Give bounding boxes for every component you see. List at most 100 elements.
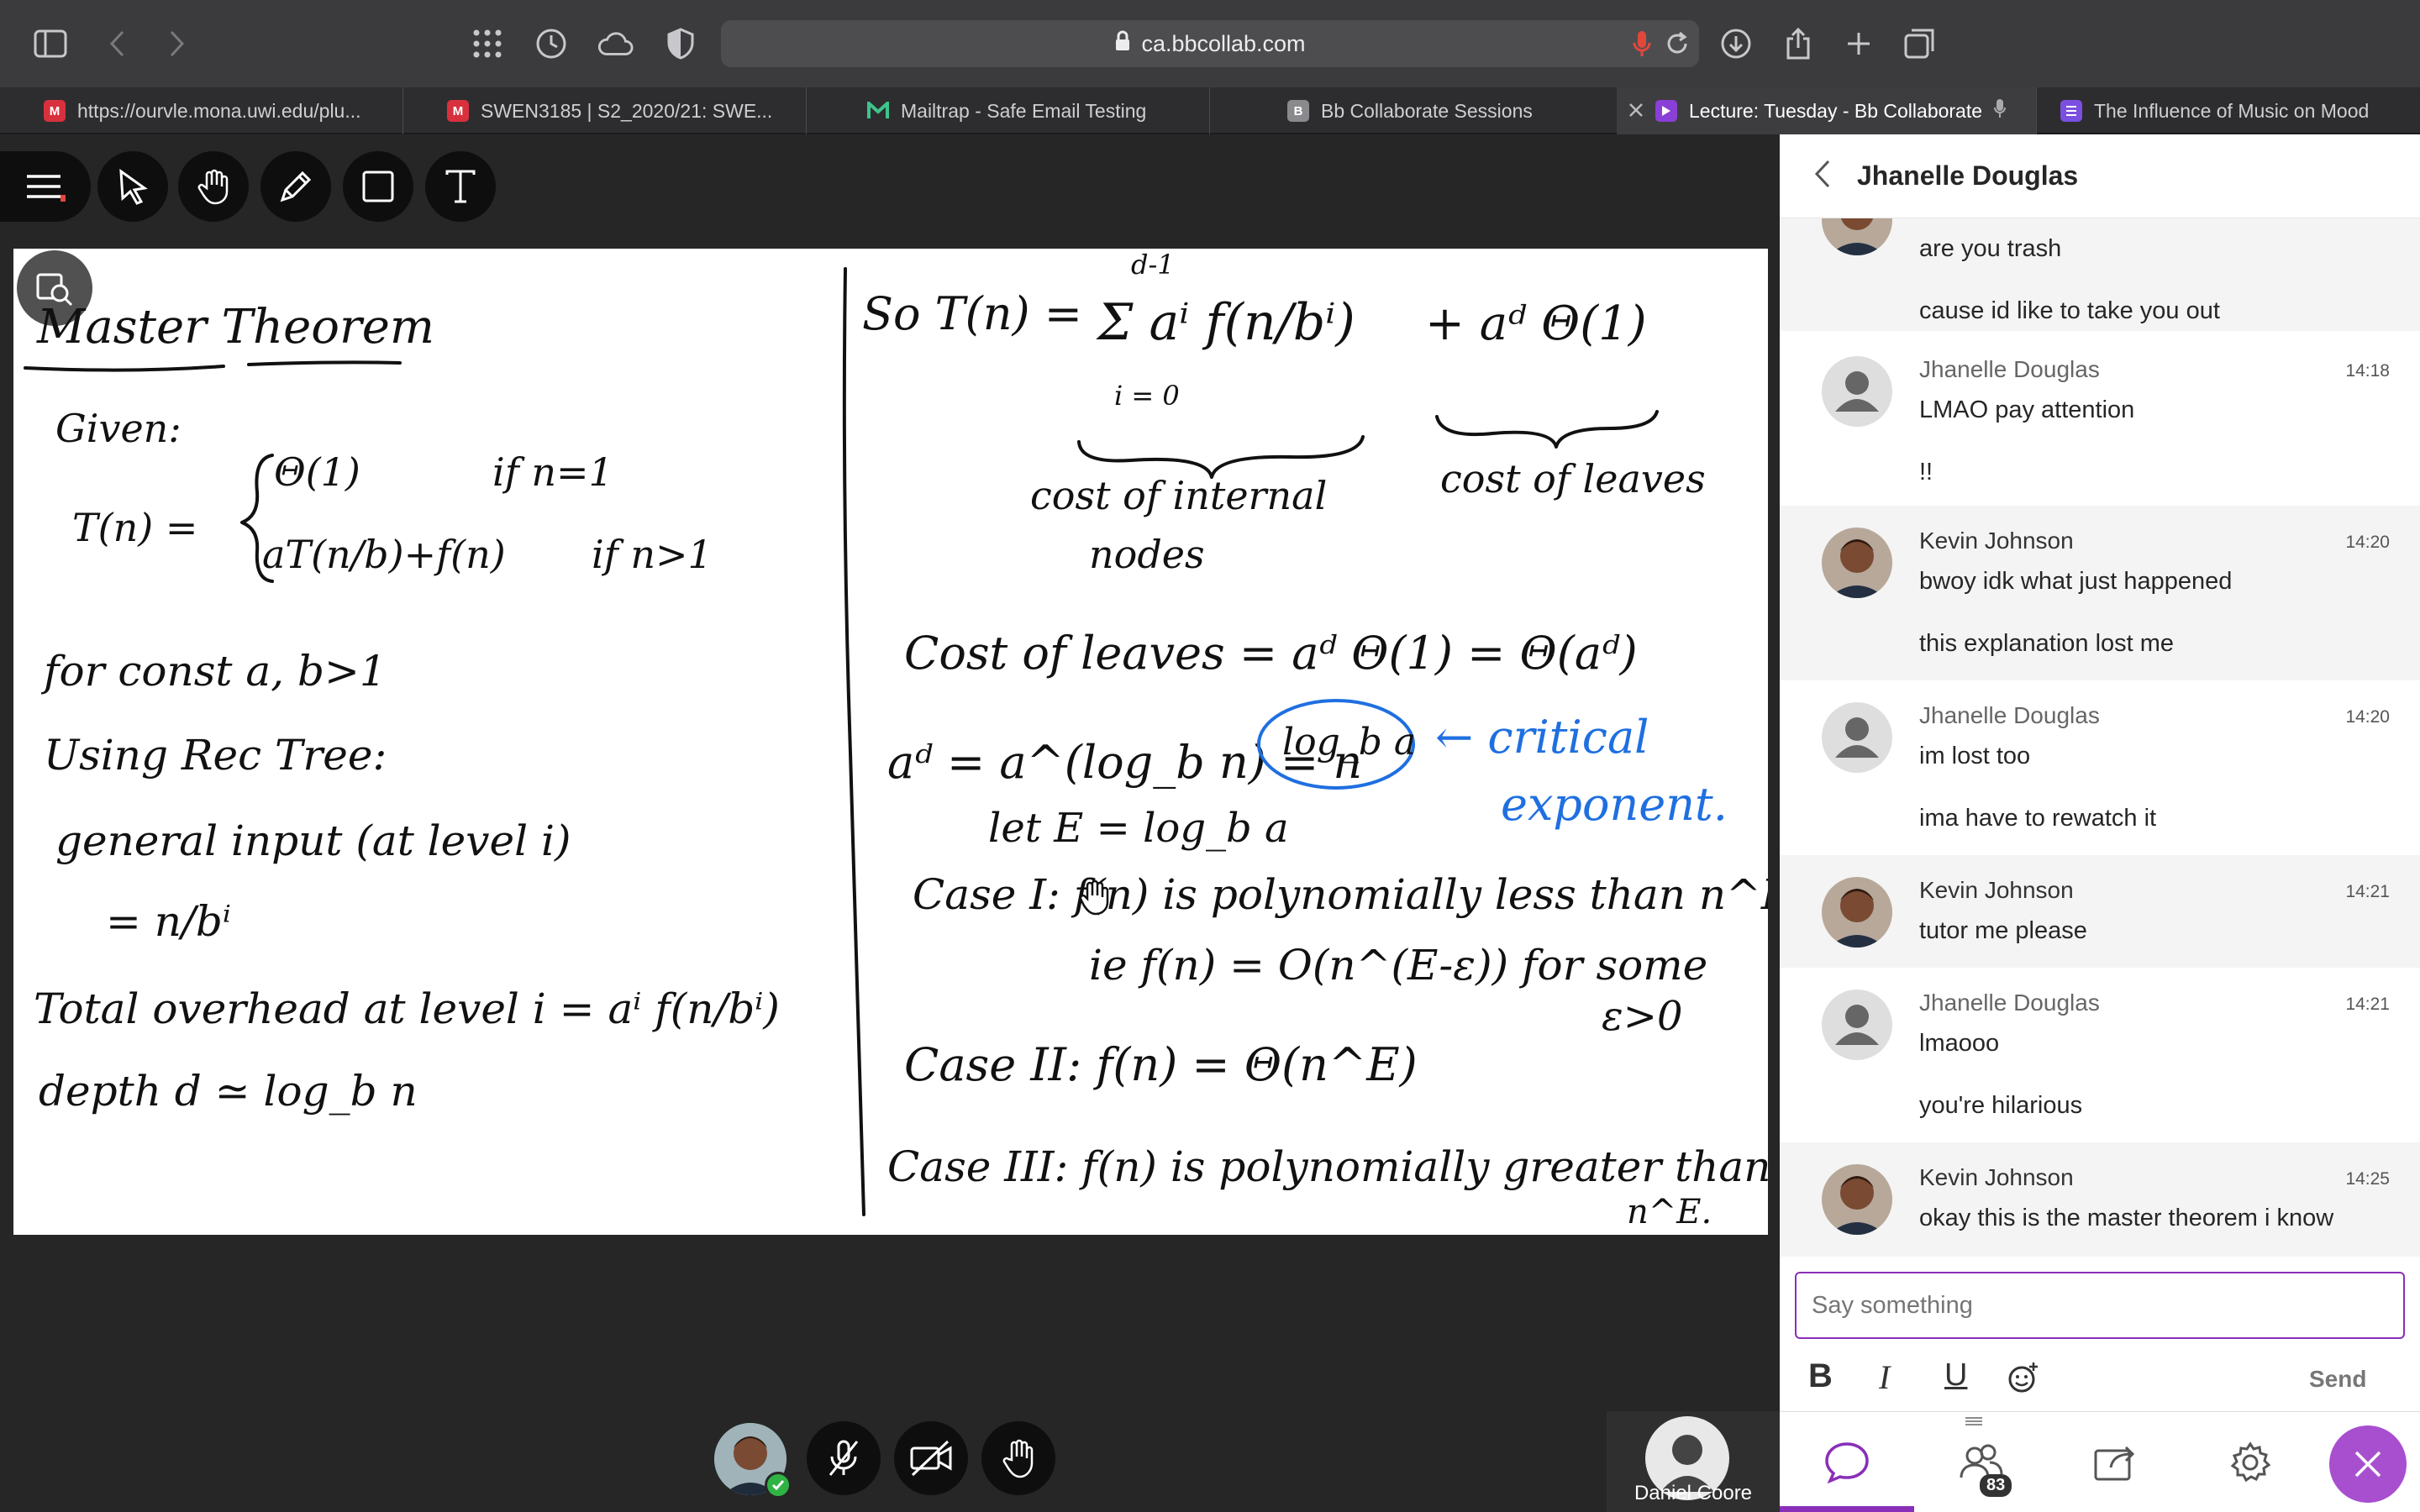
wb-case-top: Θ(1) bbox=[274, 449, 360, 495]
presenter-tile[interactable]: Daniel Coore bbox=[1607, 1411, 1780, 1512]
wb-case-bottom-cond: if n>1 bbox=[592, 532, 713, 577]
avatar bbox=[1822, 356, 1892, 427]
chat-header: Jhanelle Douglas bbox=[1780, 134, 2420, 218]
avatar bbox=[1822, 1164, 1892, 1235]
tab-label: https://ourvle.mona.uwi.edu/plu... bbox=[77, 99, 361, 122]
message-text: okay this is the master theorem i know bbox=[1919, 1205, 2334, 1231]
send-button[interactable]: Send bbox=[2309, 1366, 2366, 1393]
wb-title: Master Theorem bbox=[36, 300, 434, 354]
message-text: bwoy idk what just happened bbox=[1919, 568, 2233, 595]
tab-bar: M https://ourvle.mona.uwi.edu/plu... M S… bbox=[0, 87, 2420, 134]
lock-icon bbox=[1114, 30, 1131, 58]
chat-message: are you trash cause id like to take you … bbox=[1780, 218, 2420, 331]
message-author: Jhanelle Douglas bbox=[1919, 356, 2100, 382]
tab-lecture[interactable]: Lecture: Tuesday - Bb Collaborate bbox=[1617, 87, 2037, 134]
bold-button[interactable]: B bbox=[1808, 1357, 1833, 1395]
wb-critical: ← critical bbox=[1435, 711, 1649, 764]
text-tool[interactable] bbox=[425, 151, 496, 222]
wb-sum-bottom: i = 0 bbox=[1114, 380, 1180, 412]
message-time: 14:25 bbox=[2345, 1169, 2390, 1189]
avatar bbox=[1822, 990, 1892, 1060]
share-content-tab-button[interactable] bbox=[2049, 1412, 2183, 1512]
italic-button[interactable]: I bbox=[1879, 1357, 1890, 1397]
wb-general: general input (at level i) bbox=[55, 816, 571, 865]
drag-handle-icon[interactable] bbox=[1965, 1415, 1983, 1431]
session-menu-button[interactable] bbox=[0, 151, 91, 222]
wb-case1: Case I: f(n) is polynomially less than n… bbox=[913, 870, 1768, 919]
browser-toolbar: ca.bbcollab.com bbox=[0, 0, 2420, 87]
wb-depth: depth d ≃ log_b n bbox=[39, 1067, 418, 1116]
message-text: you're hilarious bbox=[1919, 1092, 2083, 1119]
message-text: are you trash bbox=[1919, 235, 2062, 262]
message-author: Jhanelle Douglas bbox=[1919, 990, 2100, 1016]
select-arrow-tool[interactable] bbox=[97, 151, 168, 222]
chat-message-list: are you trash cause id like to take you … bbox=[1780, 218, 2420, 1257]
app-root: ca.bbcollab.com M https://ourvle.mona.uw… bbox=[0, 0, 2420, 1512]
camera-off-button[interactable] bbox=[894, 1421, 968, 1495]
tab-bb-sessions[interactable]: B Bb Collaborate Sessions bbox=[1269, 87, 1639, 134]
privacy-shield-icon[interactable] bbox=[662, 25, 699, 62]
new-tab-plus-icon[interactable] bbox=[1840, 25, 1877, 62]
tab-ourvle[interactable]: M https://ourvle.mona.uwi.edu/plu... bbox=[25, 87, 403, 134]
chat-message: Kevin Johnson 14:20 bwoy idk what just h… bbox=[1780, 506, 2420, 680]
wb-internal: cost of internal bbox=[1030, 473, 1327, 518]
message-time: 14:21 bbox=[2345, 995, 2390, 1014]
tab-microphone-icon bbox=[1994, 98, 2007, 123]
avatar bbox=[1822, 218, 1892, 255]
handwriting-layer: Master Theorem Given: Θ(1) if n=1 T(n) =… bbox=[24, 249, 1768, 1231]
chat-compose-input[interactable] bbox=[1795, 1272, 2405, 1339]
panel-nav-bar: 83 bbox=[1780, 1411, 2420, 1512]
tab-mailtrap[interactable]: Mailtrap - Safe Email Testing bbox=[849, 87, 1210, 134]
chat-tab-button[interactable] bbox=[1780, 1412, 1914, 1512]
reload-icon[interactable] bbox=[1659, 25, 1696, 62]
wb-logba: log_b a bbox=[1282, 721, 1416, 764]
whiteboard-canvas[interactable]: Master Theorem Given: Θ(1) if n=1 T(n) =… bbox=[13, 249, 1768, 1235]
wb-case-bottom: aT(n/b)+f(n) bbox=[262, 532, 506, 577]
active-tab-indicator bbox=[1780, 1506, 1914, 1512]
tab-label: Bb Collaborate Sessions bbox=[1321, 99, 1533, 122]
close-tab-icon[interactable] bbox=[1628, 100, 1644, 123]
wb-exponent: exponent. bbox=[1501, 778, 1728, 831]
underline-button[interactable]: U bbox=[1944, 1357, 1967, 1394]
raise-hand-button[interactable] bbox=[981, 1421, 1055, 1495]
back-icon[interactable] bbox=[99, 25, 136, 62]
mailtrap-icon bbox=[867, 100, 889, 122]
history-clock-icon[interactable] bbox=[533, 25, 570, 62]
share-icon[interactable] bbox=[1780, 25, 1817, 62]
emoji-icon[interactable] bbox=[2007, 1361, 2040, 1399]
sidebar-icon[interactable] bbox=[32, 25, 69, 62]
pencil-tool[interactable] bbox=[260, 151, 331, 222]
tab-swen3185[interactable]: M SWEN3185 | S2_2020/21: SWE... bbox=[429, 87, 807, 134]
wb-cost-leaves: Cost of leaves = aᵈ Θ(1) = Θ(aᵈ) bbox=[904, 627, 1638, 680]
microphone-active-icon[interactable] bbox=[1623, 25, 1660, 62]
wb-leaves: cost of leaves bbox=[1440, 456, 1706, 501]
tab-label: The Influence of Music on Mood bbox=[2094, 99, 2370, 122]
leaves-underbrace bbox=[1435, 410, 1659, 449]
wb-const: for const a, b>1 bbox=[40, 647, 387, 696]
apps-grid-icon[interactable] bbox=[469, 25, 506, 62]
chat-message: Jhanelle Douglas 14:20 im lost too ima h… bbox=[1780, 680, 2420, 855]
mute-microphone-button[interactable] bbox=[807, 1421, 881, 1495]
wb-case-top-cond: if n=1 bbox=[492, 449, 613, 495]
tab-overview-icon[interactable] bbox=[1901, 25, 1938, 62]
cloud-icon[interactable] bbox=[597, 25, 634, 62]
tab-influence-music[interactable]: The Influence of Music on Mood bbox=[2042, 87, 2420, 134]
download-icon[interactable] bbox=[1718, 25, 1754, 62]
pan-hand-tool[interactable] bbox=[178, 151, 249, 222]
chat-message: Kevin Johnson 14:21 tutor me please bbox=[1780, 855, 2420, 968]
wb-using: Using Rec Tree: bbox=[44, 731, 387, 780]
message-text: LMAO pay attention bbox=[1919, 396, 2135, 423]
shape-tool[interactable] bbox=[343, 151, 413, 222]
forward-icon[interactable] bbox=[158, 25, 195, 62]
wb-let: let E = log_b a bbox=[988, 805, 1289, 852]
chat-contact-name: Jhanelle Douglas bbox=[1857, 160, 2079, 191]
close-panel-button[interactable] bbox=[2329, 1425, 2407, 1503]
message-text: !! bbox=[1919, 459, 1933, 486]
settings-tab-button[interactable] bbox=[2183, 1412, 2317, 1512]
wb-plus: + aᵈ Θ(1) bbox=[1425, 297, 1647, 351]
participants-tab-button[interactable]: 83 bbox=[1914, 1412, 2049, 1512]
board-divider bbox=[842, 267, 865, 1216]
chat-back-icon[interactable] bbox=[1813, 159, 1832, 193]
title-underline bbox=[24, 360, 402, 372]
address-bar[interactable]: ca.bbcollab.com bbox=[721, 20, 1699, 67]
